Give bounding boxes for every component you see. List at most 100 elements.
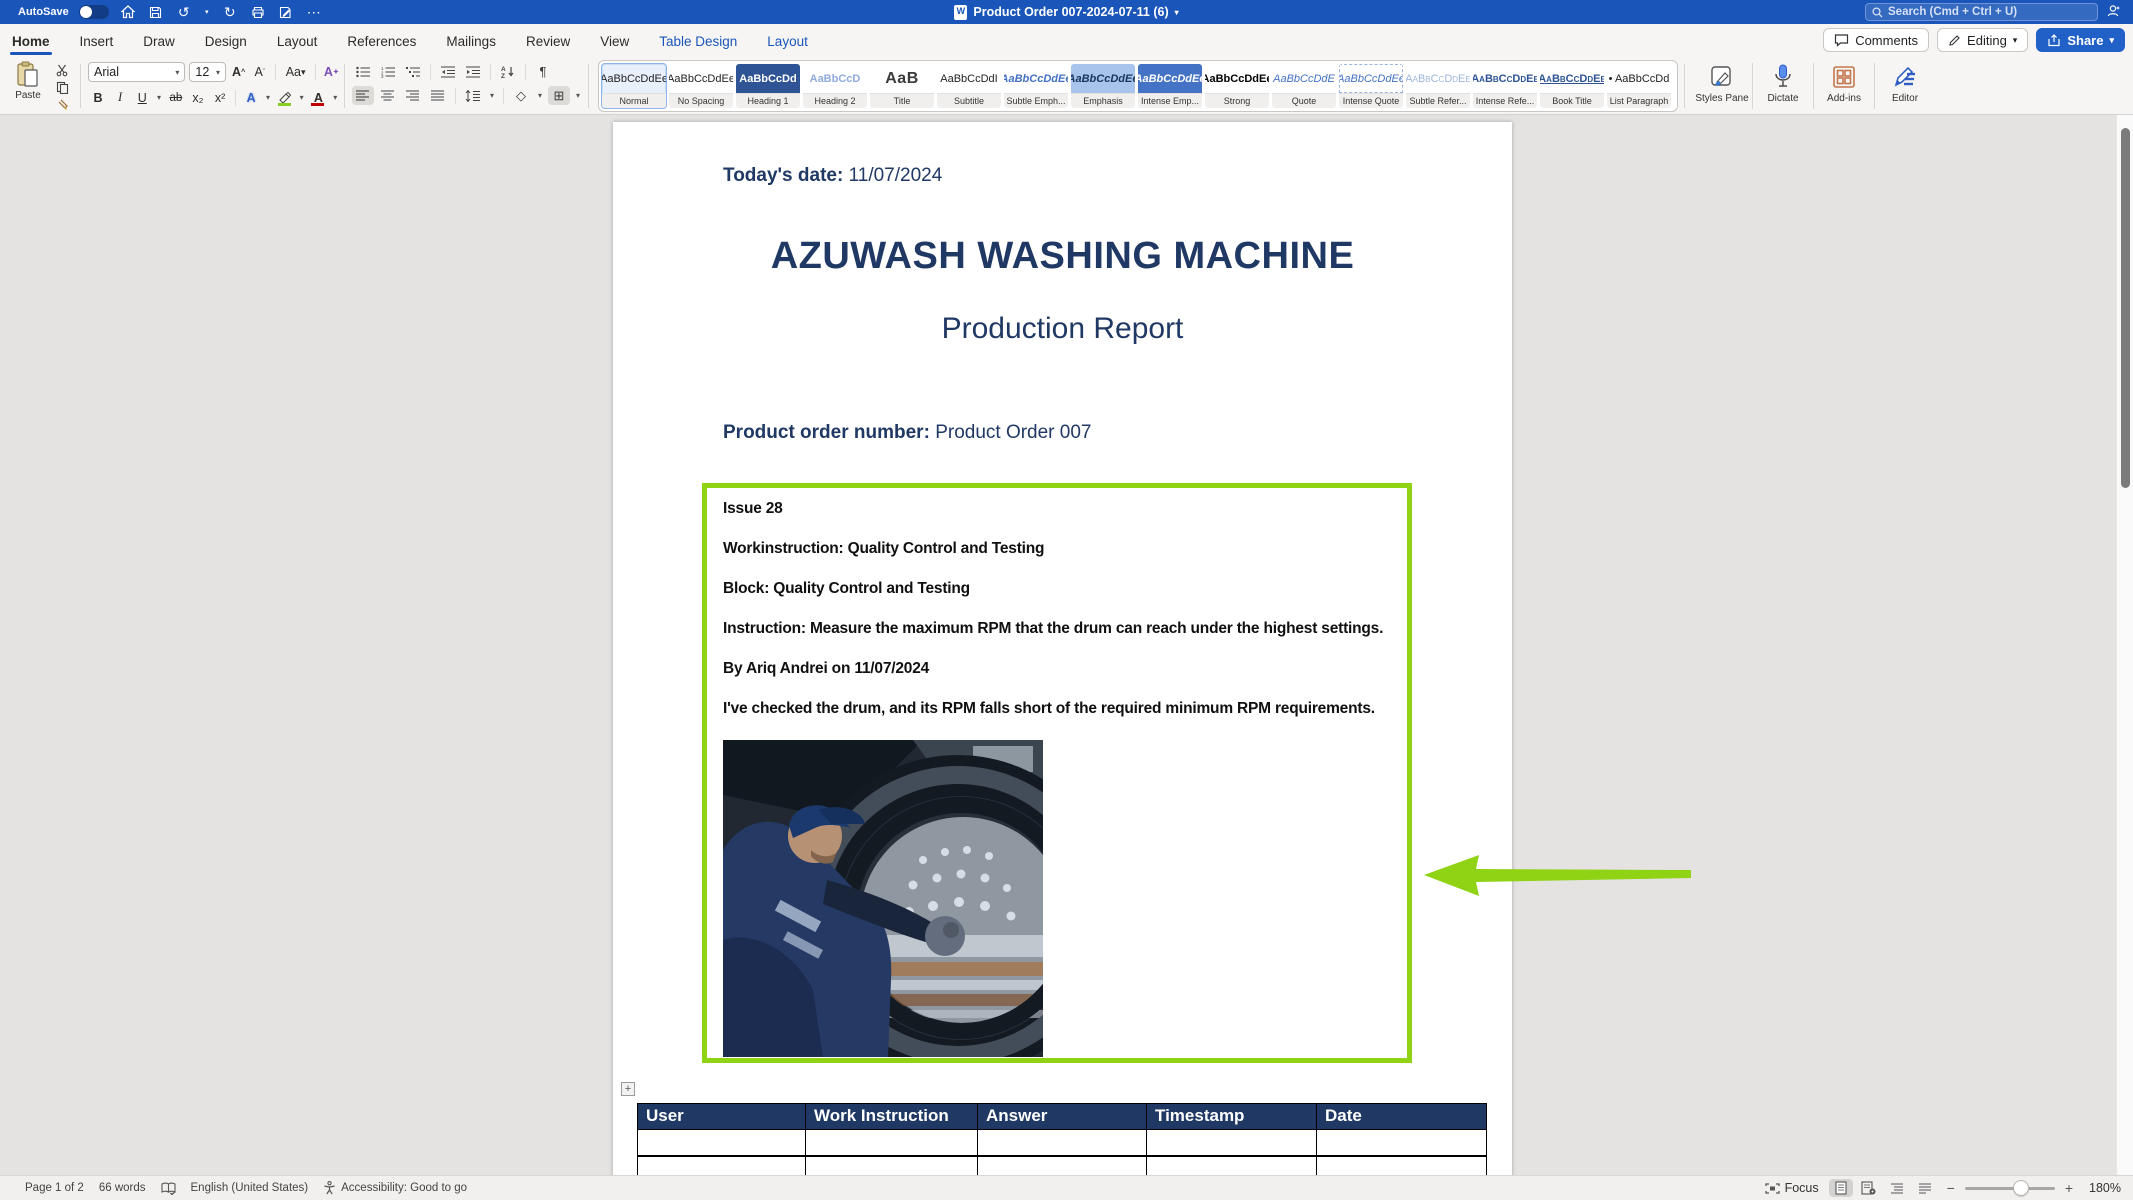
style-book-title[interactable]: AaBbCcDdEeBook Title <box>1539 63 1605 109</box>
language-status[interactable]: English (United States) <box>191 1182 309 1194</box>
shading-chevron-icon[interactable]: ▾ <box>535 86 545 105</box>
strikethrough-button[interactable]: ab <box>166 88 186 107</box>
font-color-chevron-icon[interactable]: ▾ <box>330 88 340 107</box>
style-list-paragraph[interactable]: • AaBbCcDdList Paragraph <box>1606 63 1672 109</box>
table-cell[interactable] <box>806 1130 978 1156</box>
zoom-percent[interactable]: 180% <box>2083 1181 2121 1195</box>
line-spacing-button[interactable] <box>462 86 484 105</box>
document-page[interactable]: Today's date: 11/07/2024 AZUWASH WASHING… <box>613 122 1512 1175</box>
tab-view[interactable]: View <box>598 26 631 57</box>
technician-photo[interactable] <box>723 740 1043 1057</box>
dictate-button[interactable]: Dictate <box>1755 61 1811 105</box>
add-ins-button[interactable]: Add-ins <box>1816 61 1872 105</box>
style-normal[interactable]: AaBbCcDdEeNormal <box>601 63 667 109</box>
underline-button[interactable]: U <box>132 88 152 107</box>
cut-icon[interactable] <box>52 63 72 78</box>
effects-chevron-icon[interactable]: ▾ <box>263 88 273 107</box>
tab-design[interactable]: Design <box>203 26 249 57</box>
style-title[interactable]: AaBTitle <box>869 63 935 109</box>
shading-button[interactable]: ◇ <box>510 86 532 105</box>
search-input[interactable]: Search (Cmd + Ctrl + U) <box>1865 3 2098 21</box>
increase-indent-button[interactable] <box>462 62 484 81</box>
tab-layout-contextual[interactable]: Layout <box>765 26 810 57</box>
comments-button[interactable]: Comments <box>1823 28 1929 52</box>
report-table[interactable]: UserWork InstructionAnswerTimestampDate <box>637 1103 1487 1175</box>
borders-button[interactable]: ⊞ <box>548 86 570 105</box>
style-intense-quote[interactable]: AaBbCcDdEeIntense Quote <box>1338 63 1404 109</box>
shrink-font-button[interactable]: Aˇ <box>251 63 268 82</box>
spellcheck-icon[interactable] <box>161 1182 176 1195</box>
tab-draw[interactable]: Draw <box>141 26 177 57</box>
styles-pane-button[interactable]: Styles Pane <box>1694 61 1750 105</box>
zoom-in-button[interactable]: + <box>2065 1180 2073 1196</box>
focus-mode-button[interactable]: Focus <box>1765 1181 1819 1195</box>
clear-formatting-button[interactable]: A✦ <box>323 63 340 82</box>
tab-home[interactable]: Home <box>10 26 52 57</box>
table-header-timestamp[interactable]: Timestamp <box>1147 1104 1317 1130</box>
copy-icon[interactable] <box>52 80 72 95</box>
zoom-slider-knob[interactable] <box>2013 1180 2029 1196</box>
paste-button[interactable]: Paste <box>8 61 48 112</box>
bold-button[interactable]: B <box>88 88 108 107</box>
align-right-button[interactable] <box>402 86 424 105</box>
style-subtle-refer[interactable]: AaBbCcDdEeSubtle Refer... <box>1405 63 1471 109</box>
change-case-button[interactable]: Aa▾ <box>283 63 308 82</box>
table-cell[interactable] <box>978 1156 1147 1176</box>
table-cell[interactable] <box>1317 1130 1487 1156</box>
style-intense-emp[interactable]: AaBbCcDdEeIntense Emp... <box>1137 63 1203 109</box>
tab-table-design-contextual[interactable]: Table Design <box>657 26 739 57</box>
table-cell[interactable] <box>806 1156 978 1176</box>
table-header-date[interactable]: Date <box>1317 1104 1487 1130</box>
table-cell[interactable] <box>1147 1156 1317 1176</box>
text-effects-button[interactable]: A <box>241 88 261 107</box>
italic-button[interactable]: I <box>110 88 130 107</box>
share-button[interactable]: Share ▾ <box>2036 28 2125 52</box>
accessibility-status[interactable]: Accessibility: Good to go <box>323 1181 467 1195</box>
highlight-color-button[interactable] <box>275 88 295 107</box>
show-formatting-marks-button[interactable]: ¶ <box>532 62 554 81</box>
tab-review[interactable]: Review <box>524 26 572 57</box>
style-no-spacing[interactable]: AaBbCcDdEeNo Spacing <box>668 63 734 109</box>
grow-font-button[interactable]: A^ <box>230 63 247 82</box>
superscript-button[interactable]: x² <box>210 88 230 107</box>
numbered-list-button[interactable]: 123 <box>377 62 399 81</box>
decrease-indent-button[interactable] <box>437 62 459 81</box>
document-title-area[interactable]: Product Order 007-2024-07-11 (6) ▾ <box>0 0 2133 24</box>
outline-view-button[interactable] <box>1885 1179 1909 1197</box>
table-cell[interactable] <box>1147 1130 1317 1156</box>
table-cell[interactable] <box>1317 1156 1487 1176</box>
style-subtitle[interactable]: AaBbCcDdISubtitle <box>936 63 1002 109</box>
style-intense-refe[interactable]: AaBbCcDdEeIntense Refe... <box>1472 63 1538 109</box>
tab-mailings[interactable]: Mailings <box>444 26 498 57</box>
word-count-status[interactable]: 66 words <box>99 1182 146 1194</box>
annotation-arrow[interactable] <box>1421 853 1693 899</box>
table-cell[interactable] <box>638 1130 806 1156</box>
tab-insert[interactable]: Insert <box>78 26 116 57</box>
table-header-user[interactable]: User <box>638 1104 806 1130</box>
table-cell[interactable] <box>978 1130 1147 1156</box>
zoom-out-button[interactable]: − <box>1947 1180 1955 1196</box>
format-painter-icon[interactable] <box>52 97 72 112</box>
draft-view-button[interactable] <box>1913 1179 1937 1197</box>
tab-references[interactable]: References <box>345 26 418 57</box>
bullet-list-button[interactable] <box>352 62 374 81</box>
zoom-slider[interactable] <box>1965 1187 2055 1190</box>
tab-layout[interactable]: Layout <box>275 26 320 57</box>
underline-chevron-icon[interactable]: ▾ <box>154 88 164 107</box>
spacing-chevron-icon[interactable]: ▾ <box>487 86 497 105</box>
style-heading-1[interactable]: AaBbCcDdHeading 1 <box>735 63 801 109</box>
font-size-select[interactable]: 12▾ <box>189 62 226 82</box>
align-left-button[interactable] <box>352 86 374 105</box>
sort-button[interactable]: AZ <box>497 62 519 81</box>
justify-button[interactable] <box>427 86 449 105</box>
multilevel-list-button[interactable] <box>402 62 424 81</box>
editor-button[interactable]: Editor <box>1877 61 1933 105</box>
style-subtle-emph[interactable]: AaBbCcDdEeSubtle Emph... <box>1003 63 1069 109</box>
scrollbar-track[interactable] <box>2116 115 2133 1175</box>
print-layout-view-button[interactable] <box>1829 1179 1853 1197</box>
table-move-handle[interactable]: + <box>621 1082 635 1096</box>
scrollbar-thumb[interactable] <box>2121 128 2130 488</box>
borders-chevron-icon[interactable]: ▾ <box>573 86 583 105</box>
style-strong[interactable]: AaBbCcDdEeStrong <box>1204 63 1270 109</box>
style-emphasis[interactable]: AaBbCcDdEeEmphasis <box>1070 63 1136 109</box>
